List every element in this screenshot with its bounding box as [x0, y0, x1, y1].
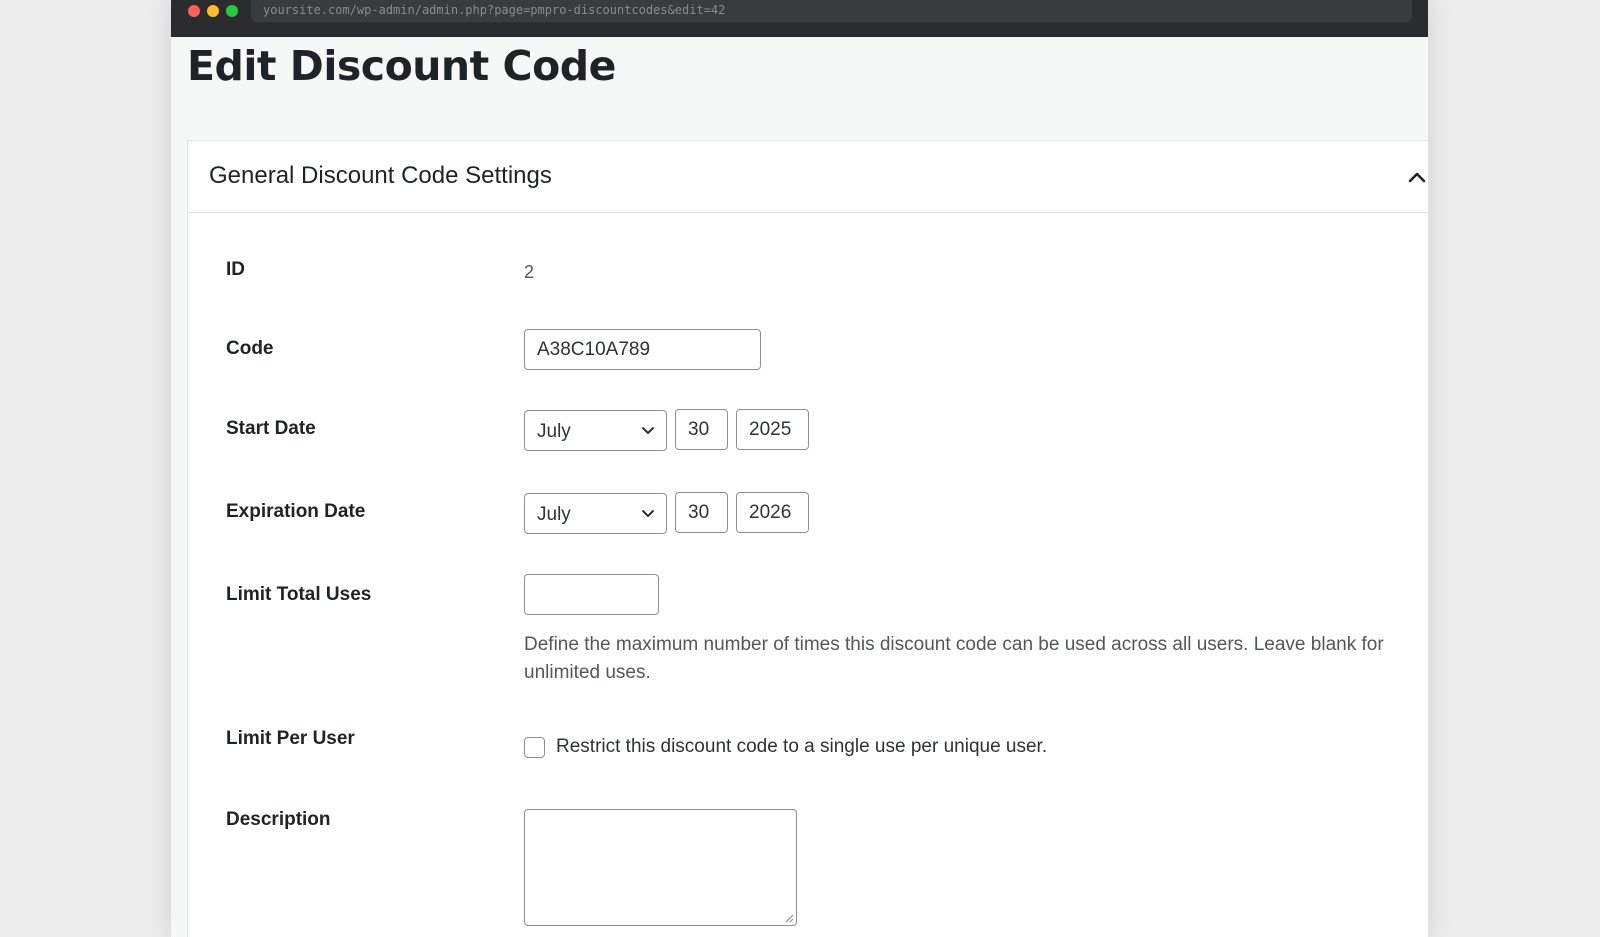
description-label: Description: [226, 809, 331, 830]
chevron-down-icon: [642, 510, 654, 517]
start-date-year-input[interactable]: [736, 409, 809, 450]
id-value: 2: [524, 262, 535, 282]
code-input[interactable]: [524, 329, 761, 370]
start-date-label: Start Date: [226, 418, 316, 439]
resize-grip-icon[interactable]: [784, 913, 794, 923]
panel-title: General Discount Code Settings: [209, 162, 552, 189]
start-date-month-select[interactable]: July: [524, 410, 667, 451]
expiration-date-year-input[interactable]: [736, 492, 809, 533]
chevron-up-icon[interactable]: [1408, 171, 1426, 183]
general-settings-panel: General Discount Code Settings ID 2 Code…: [187, 140, 1428, 937]
minimize-window-icon[interactable]: [207, 5, 219, 17]
page-title: Edit Discount Code: [187, 42, 616, 90]
limit-total-uses-input[interactable]: [524, 574, 659, 615]
panel-header[interactable]: General Discount Code Settings: [188, 141, 1428, 213]
browser-titlebar: yoursite.com/wp-admin/admin.php?page=pmp…: [171, 0, 1428, 37]
maximize-window-icon[interactable]: [226, 5, 238, 17]
chevron-down-icon: [642, 427, 654, 434]
close-window-icon[interactable]: [188, 5, 200, 17]
limit-per-user-checkbox[interactable]: [524, 737, 545, 758]
address-bar-url: yoursite.com/wp-admin/admin.php?page=pmp…: [263, 3, 726, 17]
expiration-date-month-select[interactable]: July: [524, 493, 667, 534]
start-date-day-input[interactable]: [675, 409, 728, 450]
description-textarea[interactable]: [524, 809, 797, 926]
limit-per-user-label: Limit Per User: [226, 728, 355, 749]
address-bar[interactable]: yoursite.com/wp-admin/admin.php?page=pmp…: [251, 0, 1412, 22]
expiration-date-label: Expiration Date: [226, 501, 366, 522]
limit-total-uses-help: Define the maximum number of times this …: [524, 634, 1384, 683]
expiration-date-day-input[interactable]: [675, 492, 728, 533]
expiration-date-month-value: July: [537, 504, 571, 525]
id-label: ID: [226, 259, 245, 280]
limit-per-user-checkbox-label[interactable]: Restrict this discount code to a single …: [556, 736, 1047, 758]
start-date-month-value: July: [537, 421, 571, 442]
browser-window: yoursite.com/wp-admin/admin.php?page=pmp…: [171, 0, 1428, 937]
limit-total-uses-label: Limit Total Uses: [226, 584, 372, 605]
code-label: Code: [226, 338, 274, 359]
